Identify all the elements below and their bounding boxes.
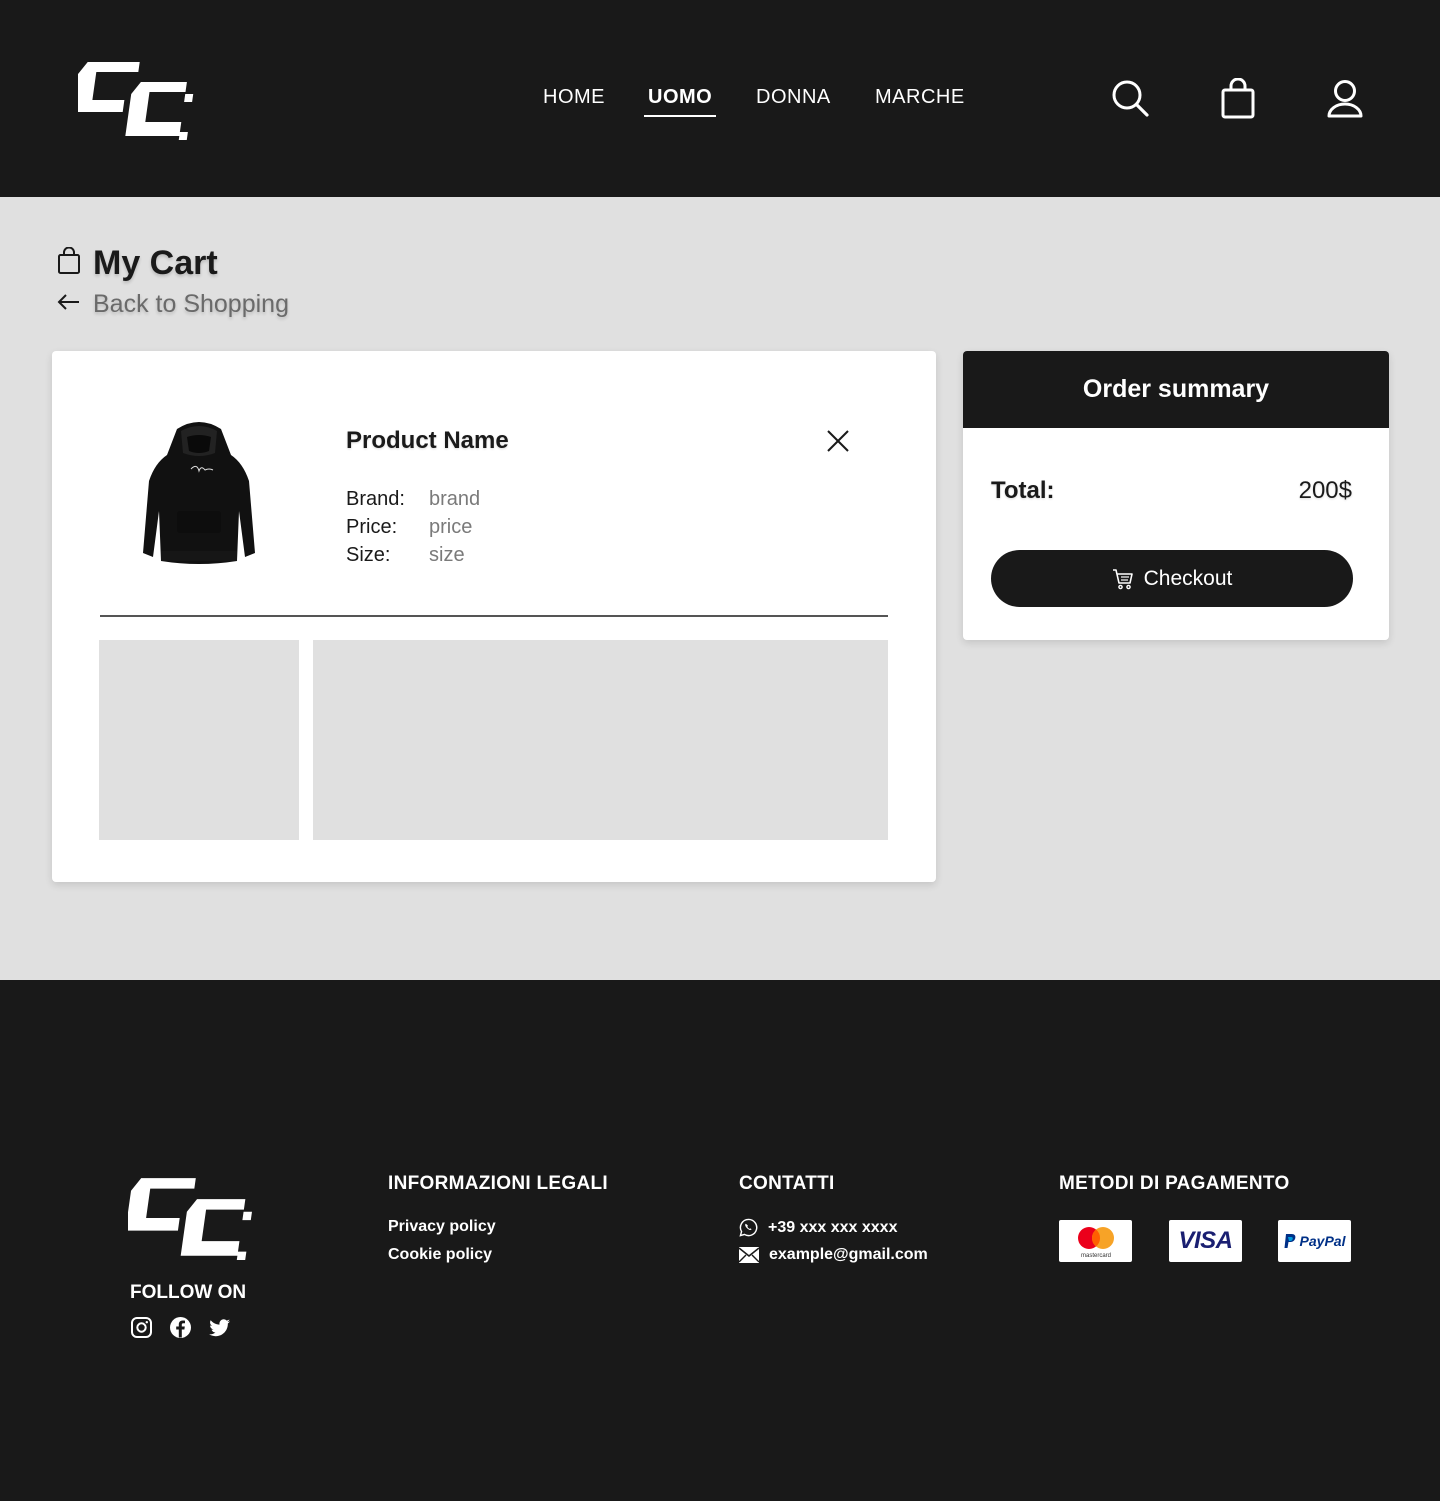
- remove-item-button[interactable]: [824, 427, 852, 455]
- phone-number: +39 xxx xxx xxxx: [768, 1218, 898, 1236]
- total-value: 200$: [1298, 477, 1352, 504]
- cookie-policy-link[interactable]: Cookie policy: [388, 1246, 492, 1264]
- order-summary: Order summary Total: 200$ Checkout: [963, 351, 1389, 640]
- spec-brand: Brand: brand: [346, 485, 480, 513]
- product-specs: Brand: brand Price: price Size: size: [346, 485, 480, 569]
- product-name[interactable]: Product Name: [346, 427, 509, 455]
- contacts-title: CONTATTI: [739, 1173, 835, 1194]
- size-value: size: [429, 544, 465, 566]
- placeholder-content: [313, 640, 888, 840]
- cart-items-card: Product Name Brand: brand Price: price S…: [52, 351, 936, 882]
- product-image[interactable]: [139, 411, 259, 571]
- brand-logo[interactable]: [128, 1176, 260, 1260]
- contact-phone[interactable]: +39 xxx xxx xxxx: [739, 1218, 897, 1237]
- paypal-icon: [1284, 1234, 1295, 1248]
- nav-uomo[interactable]: UOMO: [643, 86, 717, 117]
- contact-email[interactable]: example@gmail.com: [739, 1246, 928, 1264]
- visa-text: VISA: [1178, 1227, 1233, 1254]
- close-icon: [827, 430, 849, 452]
- facebook-icon[interactable]: [169, 1316, 192, 1339]
- user-icon[interactable]: [1325, 78, 1365, 120]
- placeholder-image: [99, 640, 299, 840]
- page-title: My Cart: [93, 244, 218, 282]
- payments-title: METODI DI PAGAMENTO: [1059, 1173, 1290, 1194]
- cart-icon: [1112, 568, 1133, 589]
- brand-value: brand: [429, 488, 481, 510]
- paypal-logo: PayPal: [1278, 1220, 1351, 1262]
- spec-size: Size: size: [346, 541, 480, 569]
- mastercard-text: mastercard: [1080, 1253, 1110, 1259]
- search-icon[interactable]: [1111, 78, 1151, 120]
- nav-donna[interactable]: DONNA: [756, 86, 831, 109]
- follow-on-label: FOLLOW ON: [130, 1282, 247, 1303]
- twitter-icon[interactable]: [208, 1316, 231, 1339]
- social-links: [130, 1316, 231, 1339]
- back-to-shopping-link[interactable]: Back to Shopping: [57, 290, 289, 319]
- checkout-label: Checkout: [1143, 566, 1233, 590]
- back-to-shopping-label: Back to Shopping: [93, 290, 289, 318]
- nav-marche[interactable]: MARCHE: [875, 86, 965, 109]
- instagram-icon[interactable]: [130, 1316, 153, 1339]
- cart-heading: My Cart: [57, 244, 218, 283]
- legal-title: INFORMAZIONI LEGALI: [388, 1173, 608, 1194]
- site-header: HOME UOMO DONNA MARCHE: [0, 0, 1440, 197]
- price-value: price: [429, 516, 473, 538]
- mail-icon: [739, 1247, 759, 1263]
- shopping-bag-icon[interactable]: [1218, 77, 1258, 120]
- shopping-bag-icon: [57, 246, 81, 280]
- checkout-button[interactable]: Checkout: [991, 550, 1353, 607]
- privacy-policy-link[interactable]: Privacy policy: [388, 1218, 496, 1236]
- item-divider: [100, 615, 888, 617]
- email-address: example@gmail.com: [769, 1246, 928, 1263]
- brand-logo[interactable]: [78, 60, 198, 140]
- whatsapp-icon: [739, 1218, 758, 1237]
- order-summary-title: Order summary: [963, 351, 1389, 428]
- site-footer: FOLLOW ON INFORMAZIONI LEGALI Privacy po…: [0, 980, 1440, 1501]
- arrow-left-icon: [57, 292, 81, 317]
- mastercard-logo: mastercard: [1059, 1220, 1132, 1262]
- spec-price: Price: price: [346, 513, 480, 541]
- size-label: Size:: [346, 544, 391, 566]
- brand-label: Brand:: [346, 488, 405, 510]
- paypal-text: PayPal: [1299, 1233, 1346, 1249]
- price-label: Price:: [346, 516, 398, 538]
- visa-logo: VISA: [1169, 1220, 1242, 1262]
- nav-home[interactable]: HOME: [543, 86, 605, 109]
- total-label: Total:: [991, 477, 1055, 504]
